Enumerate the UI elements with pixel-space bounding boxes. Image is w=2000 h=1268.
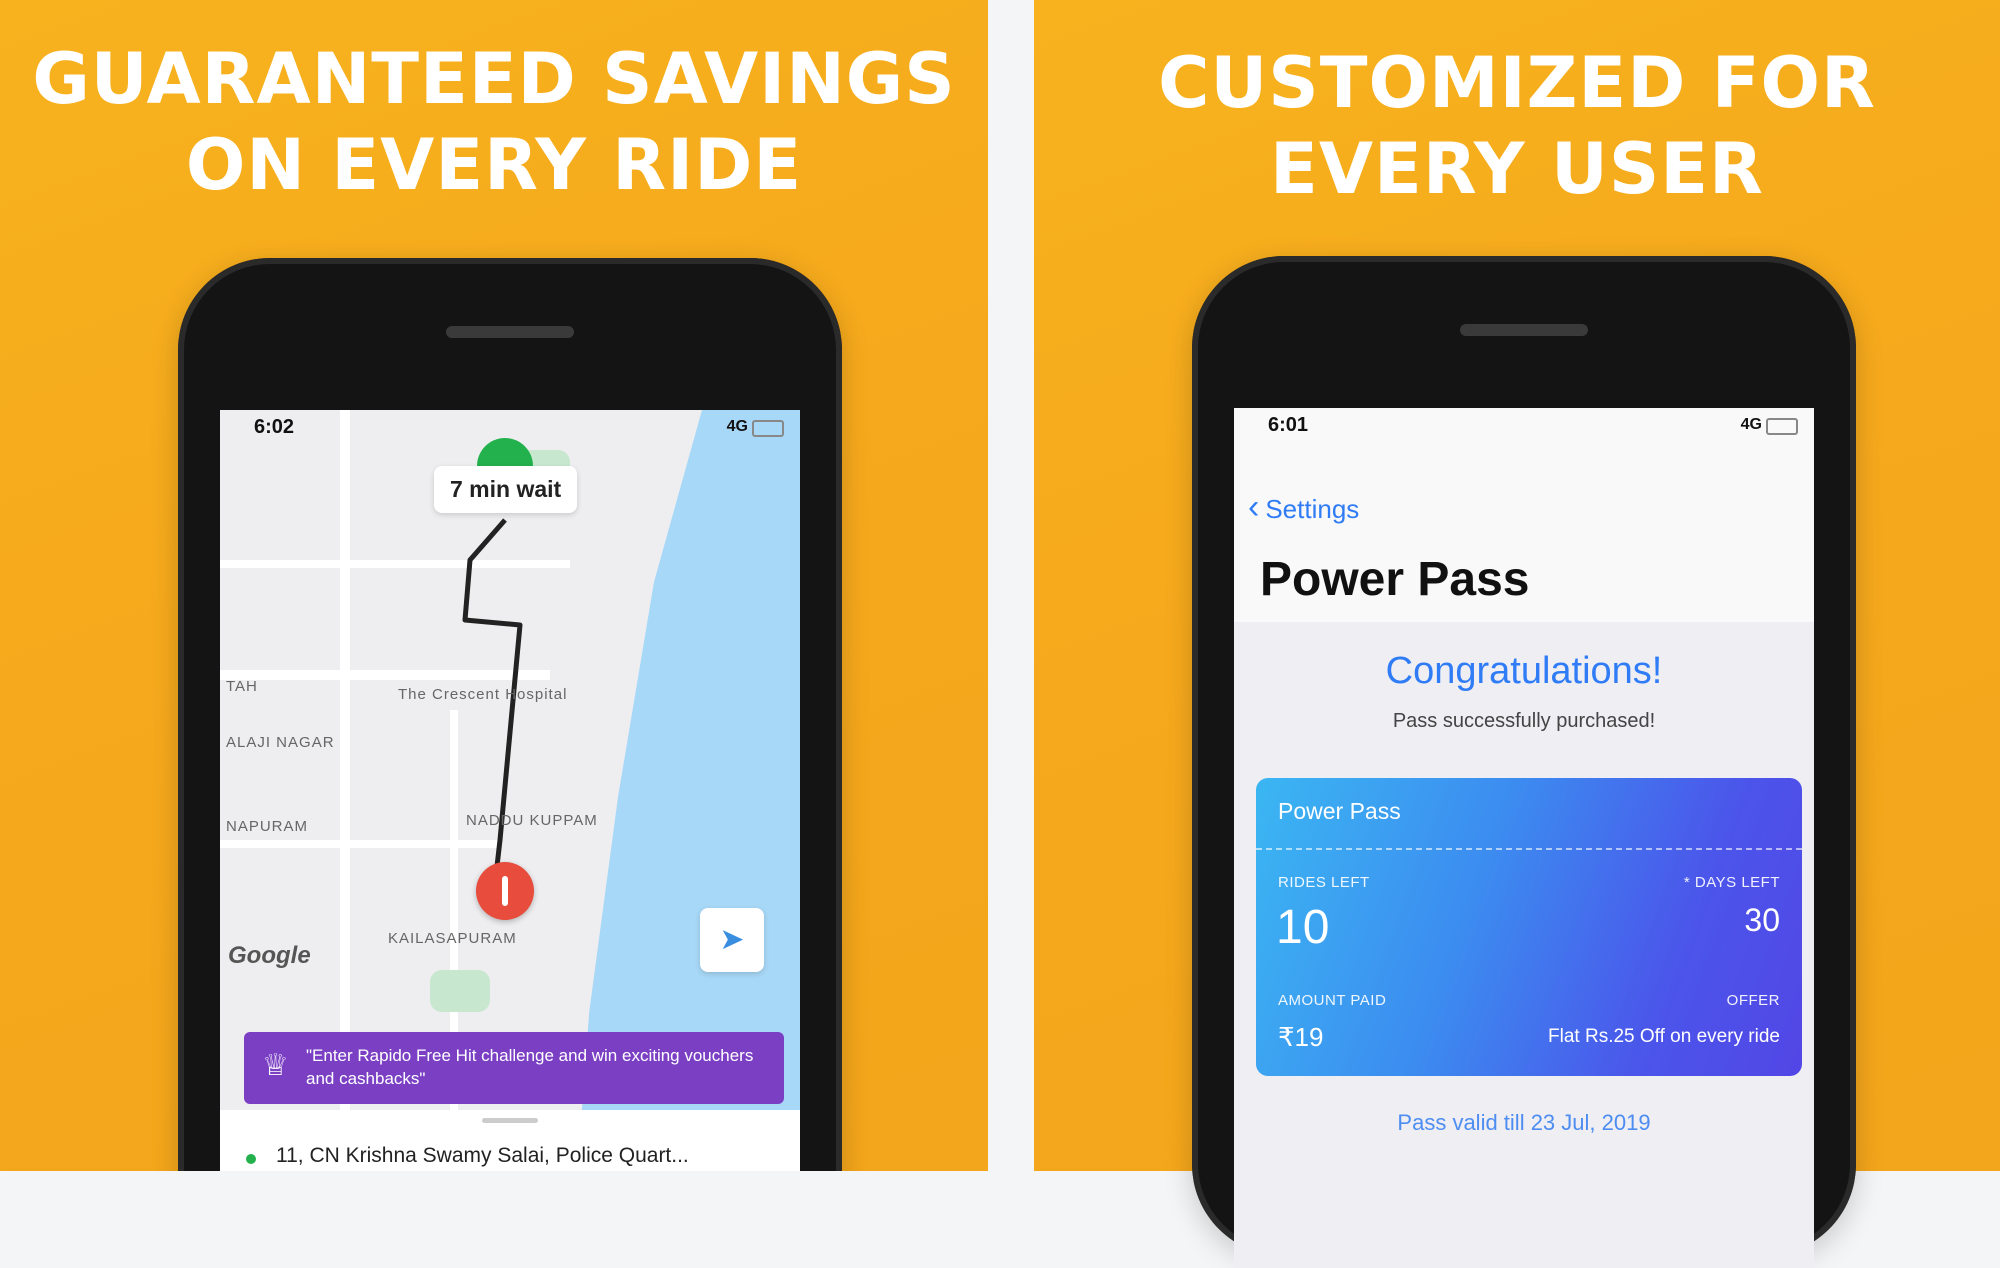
back-chevron-icon: ‹ [1248, 488, 1260, 526]
phone-speaker [1460, 324, 1588, 336]
phone-speaker [446, 326, 574, 338]
back-button[interactable]: ‹ Settings [1248, 488, 1359, 527]
nav-header: 6:01 4G ‹ Settings Power Pass [1234, 408, 1814, 622]
sheet-handle[interactable] [482, 1118, 538, 1123]
phone-frame: 6:01 4G ‹ Settings Power Pass Congratulat… [1192, 256, 1856, 1268]
headline-line-2: ON EVERY RIDE [185, 124, 803, 206]
wait-time-pill: 7 min wait [434, 466, 578, 513]
battery-icon [1766, 418, 1798, 435]
back-label: Settings [1265, 494, 1360, 524]
battery-icon [752, 420, 784, 437]
map-label: KAILASAPURAM [388, 930, 517, 947]
power-pass-screen: 6:01 4G ‹ Settings Power Pass Congratulat… [1234, 408, 1814, 1268]
headline-line-1: GUARANTEED SAVINGS [32, 38, 956, 120]
rides-left-label: RIDES LEFT [1278, 874, 1370, 891]
phone-frame: 6:02 4G 7 min wait The Crescent Hospital… [178, 258, 842, 1171]
destination-dot-icon [246, 1154, 256, 1164]
offer-label: OFFER [1726, 992, 1780, 1009]
pass-validity: Pass valid till 23 Jul, 2019 [1397, 1110, 1651, 1135]
purchase-confirmation: Pass successfully purchased! [1392, 710, 1656, 732]
map-label: NADDU KUPPAM [466, 812, 598, 829]
status-network: 4G [1740, 416, 1762, 433]
promo-panel-savings: GUARANTEED SAVINGS ON EVERY RIDE 6:02 4G… [0, 0, 988, 1171]
congrats-heading: Congratulations! [1385, 650, 1663, 692]
status-time: 6:02 [254, 416, 295, 438]
headline-savings: GUARANTEED SAVINGS ON EVERY RIDE [0, 36, 988, 208]
status-time: 6:01 [1268, 414, 1309, 436]
status-network: 4G [726, 418, 748, 435]
offer-value: Flat Rs.25 Off on every ride [1548, 1026, 1780, 1047]
headline-customized: CUSTOMIZED FOR EVERY USER [1034, 40, 2000, 212]
destination-card[interactable]: 11, CN Krishna Swamy Salai, Police Quart… [220, 1110, 800, 1171]
headline-line-2: EVERY USER [1270, 128, 1764, 210]
map-screen: 6:02 4G 7 min wait The Crescent Hospital… [220, 410, 800, 1171]
google-logo: Google [228, 942, 311, 969]
rides-left-value: 10 [1276, 901, 1330, 954]
card-title: Power Pass [1278, 798, 1401, 824]
map-label: The Crescent Hospital [398, 686, 568, 703]
map-label: TAH [226, 678, 258, 695]
headline-line-1: CUSTOMIZED FOR [1158, 42, 1876, 124]
power-pass-card: Power Pass RIDES LEFT 10 * DAYS LEFT 30 … [1256, 778, 1802, 1076]
card-divider [1256, 848, 1802, 850]
drop-location-pin-icon [476, 862, 534, 920]
days-left-value: 30 [1744, 902, 1780, 938]
map-label: NAPURAM [226, 818, 309, 835]
cup-icon: ♕ [262, 1049, 289, 1082]
promo-text: "Enter Rapido Free Hit challenge and win… [306, 1046, 754, 1088]
promo-banner[interactable]: ♕ "Enter Rapido Free Hit challenge and w… [244, 1032, 784, 1104]
days-left-label: * DAYS LEFT [1683, 874, 1780, 891]
destination-address: 11, CN Krishna Swamy Salai, Police Quart… [276, 1144, 689, 1167]
page-title: Power Pass [1260, 553, 1530, 606]
amount-paid-value: ₹19 [1278, 1022, 1324, 1052]
status-bar: 6:01 4G [1234, 408, 1814, 448]
navigation-arrow-icon[interactable]: ➤ [700, 908, 764, 972]
map-label: ALAJI NAGAR [226, 734, 335, 751]
amount-paid-label: AMOUNT PAID [1278, 992, 1387, 1009]
